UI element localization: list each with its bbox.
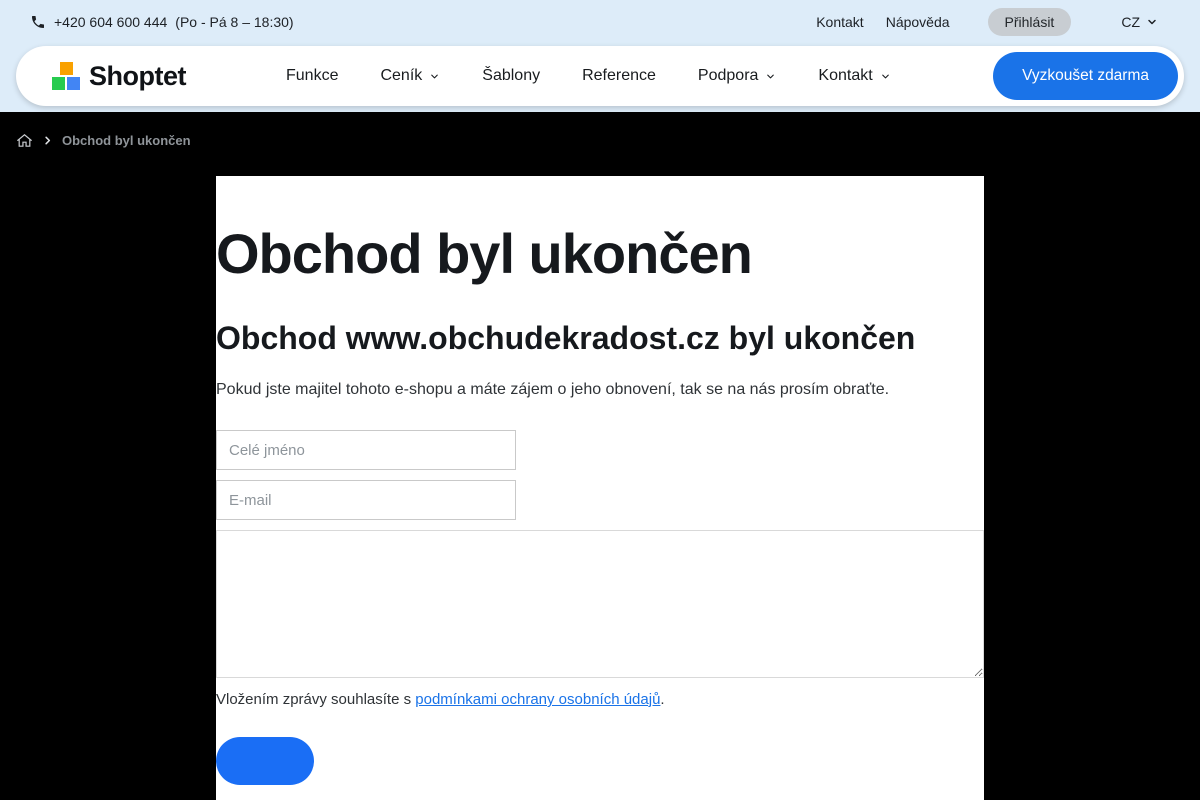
language-code: CZ (1121, 14, 1140, 30)
phone-icon (30, 14, 46, 30)
nav-item-label: Šablony (482, 67, 541, 84)
consent-prefix: Vložením zprávy souhlasíte s (216, 691, 416, 708)
email-input[interactable] (216, 480, 516, 520)
shoptet-logo[interactable]: Shoptet (52, 60, 187, 92)
page-title: Obchod byl ukončen (216, 222, 753, 285)
nav-item-kontakt[interactable]: Kontakt (818, 67, 890, 85)
chevron-down-icon (765, 71, 776, 82)
chevron-right-icon (42, 135, 53, 146)
submit-button[interactable] (216, 737, 314, 785)
topbar-link-kontakt[interactable]: Kontakt (816, 14, 863, 30)
utility-links: Kontakt Nápověda Přihlásit CZ (816, 8, 1158, 36)
breadcrumb: Obchod byl ukončen (16, 132, 191, 149)
utility-bar: +420 604 600 444 (Po - Pá 8 – 18:30) Kon… (0, 0, 1200, 44)
breadcrumb-current: Obchod byl ukončen (62, 133, 191, 148)
main-navbar: Shoptet Funkce Ceník Šablony Reference P… (16, 46, 1184, 106)
consent-suffix: . (660, 691, 665, 708)
brand-name: Shoptet (89, 60, 187, 91)
full-name-input[interactable] (216, 430, 516, 470)
nav-item-reference[interactable]: Reference (582, 67, 656, 85)
nav-item-label: Kontakt (818, 67, 873, 84)
chevron-down-icon (429, 71, 440, 82)
description-text: Pokud jste majitel tohoto e-shopu a máte… (216, 381, 890, 398)
privacy-policy-link[interactable]: podmínkami ochrany osobních údajů (415, 691, 660, 708)
login-button[interactable]: Přihlásit (987, 8, 1072, 36)
topbar-link-napoveda[interactable]: Nápověda (886, 14, 950, 30)
nav-item-label: Funkce (286, 67, 339, 84)
language-selector[interactable]: CZ (1121, 14, 1158, 30)
chevron-down-icon (1146, 16, 1158, 28)
try-free-button[interactable]: Vyzkoušet zdarma (993, 52, 1178, 100)
nav-item-podpora[interactable]: Podpora (698, 67, 777, 85)
chevron-down-icon (880, 71, 891, 82)
shoptet-logo-icon (52, 62, 80, 90)
content-card: Obchod byl ukončen Obchod www.obchudekra… (216, 176, 984, 800)
nav-item-funkce[interactable]: Funkce (286, 67, 338, 85)
nav-item-label: Podpora (697, 67, 759, 84)
consent-text: Vložením zprávy souhlasíte s podmínkami … (216, 690, 984, 710)
phone-number: +420 604 600 444 (54, 14, 168, 30)
nav-menu: Funkce Ceník Šablony Reference Podpora K… (286, 67, 891, 85)
opening-hours: (Po - Pá 8 – 18:30) (175, 14, 294, 30)
nav-item-sablony[interactable]: Šablony (482, 67, 540, 85)
nav-item-label: Ceník (380, 67, 423, 84)
contact-form: Vložením zprávy souhlasíte s podmínkami … (216, 430, 984, 785)
nav-item-label: Reference (582, 67, 656, 84)
home-icon[interactable] (16, 132, 33, 149)
phone-info: +420 604 600 444 (Po - Pá 8 – 18:30) (30, 14, 294, 30)
nav-item-cenik[interactable]: Ceník (380, 67, 440, 85)
message-textarea[interactable] (216, 530, 984, 678)
page-subtitle: Obchod www.obchudekradost.cz byl ukončen (216, 320, 916, 356)
